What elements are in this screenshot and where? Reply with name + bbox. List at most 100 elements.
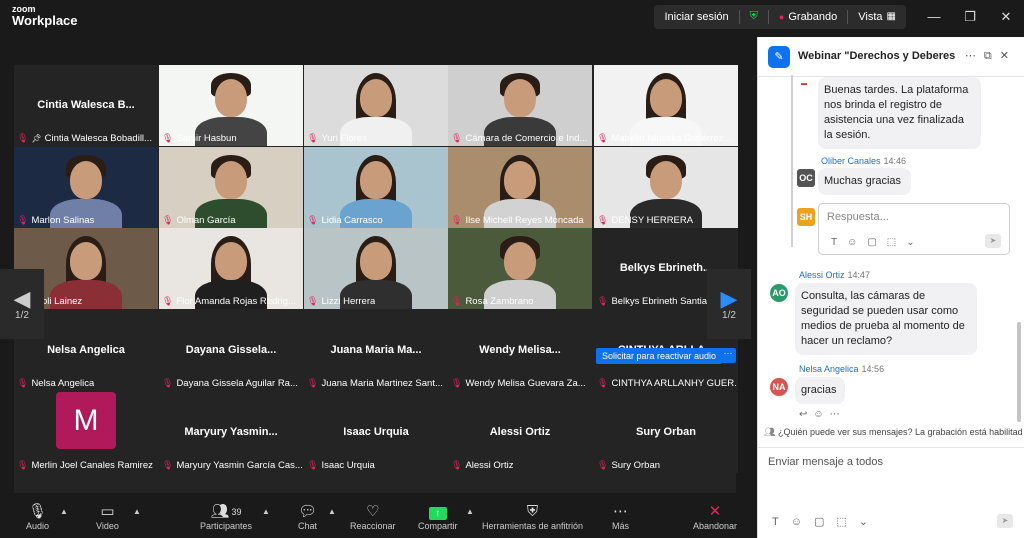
chat-input[interactable]: Enviar mensaje a todos T☺▢⬚⌄ ➤ bbox=[758, 447, 1024, 538]
video-grid: Cintia Walesca B... 🎙︎ 📌︎ Cintia Walesca Bo… bbox=[14, 65, 738, 505]
participant-name-label: 🎙︎ Maryury Yasmin García Cas... bbox=[162, 460, 302, 471]
participant-tile[interactable]: 🎙︎ Samir Hasbun bbox=[159, 65, 303, 146]
react-button[interactable]: ♡ Reaccionar bbox=[350, 503, 396, 531]
participant-tile[interactable]: Maryury Yasmin... 🎙︎ Maryury Yasmin García… bbox=[159, 392, 303, 473]
reactivate-audio-button[interactable]: Solicitar para reactivar audio bbox=[596, 348, 723, 364]
avatar[interactable]: OC bbox=[797, 169, 815, 187]
muted-mic-icon: 🎙︎ bbox=[597, 296, 609, 306]
visibility-note-text[interactable]: ¿Quién puede ver sus mensajes? La grabac… bbox=[778, 427, 1022, 437]
chat-panel: ✎ Webinar "Derechos y Deberes d... ⋯⧉✕ ▬… bbox=[757, 37, 1024, 538]
file-icon[interactable]: ▢ bbox=[867, 237, 886, 248]
view-button[interactable]: Vista bbox=[858, 11, 882, 23]
sender-name[interactable]: Nelsa Angelica bbox=[799, 364, 859, 374]
chat-title: Webinar "Derechos y Deberes d... bbox=[798, 50, 958, 62]
maximize-button[interactable]: ❐ bbox=[952, 9, 988, 25]
participant-name: Lizzi Herrera bbox=[321, 296, 376, 307]
chat-caret-icon[interactable]: ▲ bbox=[328, 507, 336, 516]
participant-name: CINTHYA ARLLANHY GUER... bbox=[611, 378, 737, 389]
video-button[interactable]: ▭ Video bbox=[96, 503, 119, 531]
participant-name: Isaac Urquia bbox=[321, 460, 375, 471]
chat-scrollbar[interactable] bbox=[1017, 322, 1021, 422]
participant-tile[interactable]: 🎙︎ Mabelin Ninoska Gutiérrez... bbox=[594, 65, 738, 146]
screenshot-icon[interactable]: ⬚ bbox=[887, 237, 906, 248]
add-reaction-icon[interactable]: ☺ bbox=[813, 409, 829, 420]
more-button[interactable]: ⋯ Más bbox=[612, 503, 629, 531]
participant-name-label: 🎙︎ Lidia Carrasco bbox=[307, 215, 383, 226]
participant-tile[interactable]: Wendy Melisa... 🎙︎ Wendy Melisa Guevara Za… bbox=[448, 310, 592, 391]
people-icon: 👥︎ bbox=[764, 427, 776, 437]
emoji-icon[interactable]: ☺ bbox=[847, 237, 867, 248]
status-pill: Iniciar sesión ⛨ ● Grabando Vista ▦ bbox=[654, 4, 906, 29]
participant-tile[interactable]: 🎙︎ Marlon Salinas bbox=[14, 147, 158, 228]
file-icon[interactable]: ▢ bbox=[814, 516, 836, 528]
participant-tile[interactable]: 🎙︎ Flor Amanda Rojas Rodrig... bbox=[159, 228, 303, 309]
send-icon[interactable]: ➤ bbox=[997, 514, 1013, 528]
page-indicator-left: 1/2 bbox=[15, 309, 29, 321]
leave-button[interactable]: ✕ Abandonar bbox=[693, 503, 737, 531]
video-caret-icon[interactable]: ▲ bbox=[133, 507, 141, 516]
participant-name-label: 🎙︎ Alessi Ortiz bbox=[451, 460, 513, 471]
participant-tile[interactable]: Cintia Walesca B... 🎙︎ 📌︎ Cintia Walesca Bo… bbox=[14, 65, 158, 146]
muted-mic-icon: 🎙︎ bbox=[451, 296, 463, 306]
share-caret-icon[interactable]: ▲ bbox=[466, 507, 474, 516]
participant-display-name: Sury Orban bbox=[636, 426, 696, 438]
video-stage: Cintia Walesca B... 🎙︎ 📌︎ Cintia Walesca Bo… bbox=[0, 33, 757, 505]
participant-tile[interactable]: 🎙︎ Yuri Flores bbox=[304, 65, 448, 146]
chat-message: Muchas gracias bbox=[818, 168, 911, 195]
participant-tile[interactable]: 🎙︎ Olman García bbox=[159, 147, 303, 228]
participant-tile[interactable]: Isaac Urquia 🎙︎ Isaac Urquia bbox=[304, 392, 448, 473]
avatar[interactable]: AO bbox=[770, 284, 788, 302]
screenshot-icon[interactable]: ⬚ bbox=[836, 516, 858, 528]
signin-link[interactable]: Iniciar sesión bbox=[664, 11, 728, 23]
reply-input[interactable]: Respuesta... T☺▢⬚⌄ ➤ bbox=[818, 203, 1010, 255]
participant-tile[interactable]: Alessi Ortiz 🎙︎ Alessi Ortiz bbox=[448, 392, 592, 473]
participant-tile[interactable]: 🎙︎ Rosa Zambrano bbox=[448, 228, 592, 309]
sender-name[interactable]: Alessi Ortiz bbox=[799, 270, 845, 280]
participant-tile[interactable]: 🎙︎ Cámara de Comercio e Ind... bbox=[448, 65, 592, 146]
participant-name: Nelsa Angelica bbox=[31, 378, 95, 389]
send-icon[interactable]: ➤ bbox=[985, 234, 1001, 248]
text-format-icon[interactable]: T bbox=[772, 516, 791, 528]
text-format-icon[interactable]: T bbox=[831, 237, 847, 248]
grid-icon[interactable]: ▦ bbox=[887, 11, 896, 22]
participant-tile[interactable]: 🎙︎ Lizzi Herrera bbox=[304, 228, 448, 309]
recording-label: Grabando bbox=[788, 10, 838, 23]
popout-icon[interactable]: ⧉ bbox=[984, 50, 1000, 62]
participant-name-label: 🎙︎ Flor Amanda Rojas Rodrig... bbox=[162, 296, 296, 307]
audio-button[interactable]: 🎙︎ Audio bbox=[26, 503, 49, 531]
shield-tools-icon: ⛨ bbox=[526, 503, 539, 520]
message-more-icon[interactable]: ⋯ bbox=[830, 409, 846, 420]
chevron-down-icon[interactable]: ⌄ bbox=[906, 237, 924, 248]
close-chat-icon[interactable]: ✕ bbox=[1000, 50, 1017, 62]
next-page-button[interactable]: ▶ 1/2 bbox=[707, 269, 751, 339]
close-window-button[interactable]: ✕ bbox=[988, 9, 1024, 25]
reply-icon[interactable]: ↩ bbox=[799, 409, 813, 420]
host-avatar-icon: ▬ bbox=[796, 79, 812, 89]
muted-mic-icon: 🎙︎ bbox=[451, 215, 463, 225]
participants-button[interactable]: 👥︎ 39 Participantes bbox=[200, 503, 252, 531]
chevron-down-icon[interactable]: ⌄ bbox=[859, 516, 880, 528]
minimize-button[interactable]: — bbox=[916, 9, 952, 24]
reactivate-more-button[interactable]: ··· bbox=[720, 348, 736, 363]
host-tools-button[interactable]: ⛨ Herramientas de anfitrión bbox=[482, 503, 583, 531]
participant-tile[interactable]: 🎙︎ Lidia Carrasco bbox=[304, 147, 448, 228]
emoji-icon[interactable]: ☺ bbox=[791, 516, 814, 528]
share-button[interactable]: ↑ Compartir bbox=[418, 503, 458, 531]
muted-mic-icon: 🎙︎ bbox=[597, 460, 609, 470]
audio-caret-icon[interactable]: ▲ bbox=[60, 507, 68, 516]
more-options-icon[interactable]: ⋯ bbox=[965, 50, 984, 62]
participant-tile[interactable]: 🎙︎ Ilse Michell Reyes Moncada bbox=[448, 147, 592, 228]
participant-tile[interactable]: 🎙︎ DENSY HERRERA bbox=[594, 147, 738, 228]
sender-name[interactable]: Oliber Canales bbox=[821, 156, 881, 166]
chat-button[interactable]: 💬︎ Chat bbox=[298, 503, 317, 531]
participant-tile[interactable]: Dayana Gissela... 🎙︎ Dayana Gissela Aguila… bbox=[159, 310, 303, 391]
participant-tile[interactable]: Juana Maria Ma... 🎙︎ Juana Maria Martinez … bbox=[304, 310, 448, 391]
participant-display-name: Maryury Yasmin... bbox=[184, 426, 278, 438]
participant-tile[interactable]: M 🎙︎ Merlin Joel Canales Ramirez bbox=[14, 392, 158, 473]
participant-name-label: 🎙︎ Rosa Zambrano bbox=[451, 296, 534, 307]
prev-page-button[interactable]: ◀ 1/2 bbox=[0, 269, 44, 339]
participant-tile[interactable]: Sury Orban 🎙︎ Sury Orban bbox=[594, 392, 738, 473]
participants-caret-icon[interactable]: ▲ bbox=[262, 507, 270, 516]
participant-name-label: 🎙︎ Mabelin Ninoska Gutiérrez... bbox=[597, 133, 731, 144]
avatar[interactable]: NA bbox=[770, 378, 788, 396]
